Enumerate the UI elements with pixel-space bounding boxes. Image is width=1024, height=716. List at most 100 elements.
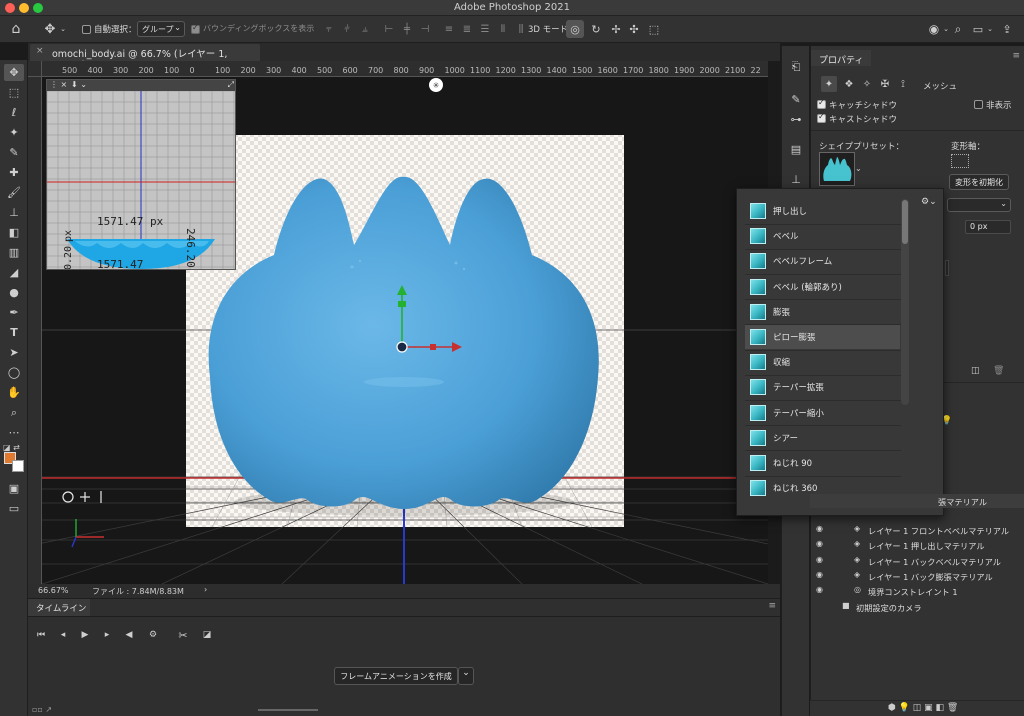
light-icon[interactable]: ✳ xyxy=(429,78,443,92)
ellipse-tool-icon[interactable]: ◯ xyxy=(4,364,24,381)
deform-icon[interactable]: ✧ xyxy=(859,76,875,92)
brush-tool-icon[interactable]: 🖌 xyxy=(4,184,24,201)
brush-settings-icon[interactable]: ✎ xyxy=(786,90,806,108)
catch-shadow-checkbox[interactable] xyxy=(817,98,826,109)
timeline-footer-icons[interactable]: ▫▫ ↗ xyxy=(32,705,52,714)
healing-brush-tool-icon[interactable]: ✚ xyxy=(4,164,24,181)
layer-row-selected[interactable]: 張マテリアル xyxy=(810,494,1024,508)
next-frame-icon[interactable]: ▸ xyxy=(100,628,114,642)
shape-preset-item[interactable]: ねじれ 90 xyxy=(745,451,901,475)
gradient-tool-icon[interactable]: ▥ xyxy=(4,244,24,261)
smudge-tool-icon[interactable]: ◢ xyxy=(4,264,24,281)
orbit-3d-icon[interactable]: ◎ xyxy=(566,20,584,38)
layers-footer-icons[interactable]: ⬢ 💡 ◫ ▣ ◧ 🗑 xyxy=(888,703,958,713)
visibility-eye-icon[interactable]: ◉ xyxy=(816,539,823,548)
align-top-icon[interactable]: ⫧ xyxy=(322,22,336,36)
layer-row[interactable]: ◉ ◈ レイヤー 1 押し出しマテリアル xyxy=(810,538,1024,553)
layer-row[interactable]: ◉ ◈ レイヤー 1 バックベベルマテリアル xyxy=(810,554,1024,569)
dodge-tool-icon[interactable]: ● xyxy=(4,284,24,301)
value-px-input[interactable]: 0 px xyxy=(965,220,1011,234)
audio-icon[interactable]: ◀ xyxy=(122,628,136,642)
shape-preset-item[interactable]: ベベル xyxy=(745,224,901,248)
previous-frame-icon[interactable]: ◂ xyxy=(56,628,70,642)
preset-settings-gear-icon[interactable]: ⚙⌄ xyxy=(921,197,937,207)
shape-preset-item[interactable]: シアー xyxy=(745,426,901,450)
roll-3d-icon[interactable]: ↻ xyxy=(588,20,604,38)
eyedropper-tool-icon[interactable]: ✎ xyxy=(4,144,24,161)
distribute-vcenter-icon[interactable]: ≣ xyxy=(460,22,474,36)
reset-deform-button[interactable]: 変形を初期化 xyxy=(949,174,1009,190)
home-icon[interactable]: ⌂ xyxy=(8,21,24,37)
play-icon[interactable]: ▶ xyxy=(78,628,92,642)
expand-view-icon[interactable]: ⤢ xyxy=(228,80,234,90)
shape-preset-item[interactable]: 膨張 xyxy=(745,300,901,324)
share-icon[interactable]: ⇪ xyxy=(998,21,1016,37)
auto-select-checkbox[interactable] xyxy=(82,25,91,34)
preset-scrollbar[interactable] xyxy=(901,199,909,405)
secondary-view-grip-icon[interactable]: ⋮ × xyxy=(50,80,67,89)
shape-preset-item[interactable]: テーパー縮小 xyxy=(745,401,901,425)
pan-3d-icon[interactable]: ✢ xyxy=(608,20,624,38)
properties-tab[interactable]: プロパティ xyxy=(811,50,871,66)
background-color-swatch[interactable] xyxy=(12,460,24,472)
cast-shadow-checkbox[interactable] xyxy=(817,112,826,123)
clone-source-icon[interactable]: ⊥ xyxy=(786,170,806,188)
visibility-eye-icon[interactable]: ◉ xyxy=(816,585,823,594)
split-scissors-icon[interactable]: ✂ xyxy=(176,628,190,642)
layer-row[interactable]: ◉ ◈ レイヤー 1 フロントベベルマテリアル xyxy=(810,523,1024,538)
history-panel-icon[interactable]: ⎗ xyxy=(786,58,806,76)
preset-scrollbar-thumb[interactable] xyxy=(902,200,908,244)
shape-preset-item[interactable]: ベベルフレーム xyxy=(745,249,901,273)
layer-row[interactable]: ◉ ◎ 境界コンストレイント 1 xyxy=(810,584,1024,599)
first-frame-icon[interactable]: ⏮ xyxy=(34,628,48,642)
document-canvas[interactable]: ✳ ⋮ × ⬇ ⌄ ⤢ 1571.47 px 1571.47 246.20 px… xyxy=(42,77,768,584)
texture-mapping-dropdown[interactable]: ⌄ xyxy=(947,198,1011,212)
settings-gear-icon[interactable]: ⚙ xyxy=(146,628,160,642)
visibility-eye-icon[interactable]: ◉ xyxy=(816,524,823,533)
scale-3d-icon[interactable]: ⬚ xyxy=(646,20,662,38)
timeline-menu-icon[interactable]: ≡ xyxy=(768,601,776,611)
workspace-icon[interactable]: ▭ xyxy=(970,21,986,37)
pen-tool-icon[interactable]: ✒ xyxy=(4,304,24,321)
shape-preset-item[interactable]: 押し出し xyxy=(745,199,901,223)
user-account-icon[interactable]: ◉ xyxy=(926,21,942,37)
tool-preset-chevron-icon[interactable]: ⌄ xyxy=(58,22,68,36)
properties-panel-icon[interactable]: ▤ xyxy=(786,140,806,158)
status-menu-arrow[interactable]: › xyxy=(204,585,207,594)
screen-mode-icon[interactable]: ▭ xyxy=(4,500,24,517)
move-tool-icon[interactable]: ✥ xyxy=(4,64,24,81)
align-left-icon[interactable]: ⊢ xyxy=(382,22,396,36)
delete-icon[interactable]: 🗑 xyxy=(993,366,1004,376)
properties-menu-icon[interactable]: ≡ xyxy=(1012,51,1020,61)
layer-row[interactable]: ■ 初期設定のカメラ xyxy=(810,600,1024,615)
view-select-icon[interactable]: ⬇ ⌄ xyxy=(71,80,87,89)
create-frame-animation-button[interactable]: フレームアニメーションを作成 xyxy=(334,667,458,685)
render-icon[interactable]: ◫ xyxy=(971,366,980,376)
align-right-icon[interactable]: ⊣ xyxy=(418,22,432,36)
lasso-tool-icon[interactable]: ℓ xyxy=(4,104,24,121)
shape-preset-chevron-icon[interactable]: ⌄ xyxy=(855,164,862,173)
adjustments-icon[interactable]: ⊶ xyxy=(786,110,806,128)
mesh-icon[interactable]: ❖ xyxy=(841,76,857,92)
align-hcenter-icon[interactable]: ╪ xyxy=(400,22,414,36)
zoom-level[interactable]: 66.67% xyxy=(38,586,69,595)
clone-stamp-tool-icon[interactable]: ⊥ xyxy=(4,204,24,221)
shape-preset-item[interactable]: ベベル (輪郭あり) xyxy=(745,275,901,299)
hide-checkbox[interactable] xyxy=(974,100,983,109)
hand-tool-icon[interactable]: ✋ xyxy=(4,384,24,401)
secondary-view-panel[interactable]: ⋮ × ⬇ ⌄ ⤢ 1571.47 px 1571.47 246.20 px 0… xyxy=(46,79,236,270)
type-tool-icon[interactable]: T xyxy=(4,324,24,341)
quick-mask-icon[interactable]: ▣ xyxy=(4,480,24,497)
marquee-tool-icon[interactable]: ⬚ xyxy=(4,84,24,101)
shape-preset-thumbnail[interactable] xyxy=(819,152,855,186)
timeline-zoom-slider[interactable] xyxy=(258,709,318,711)
zoom-tool-icon[interactable]: ⌕ xyxy=(4,404,24,421)
default-colors-icon[interactable]: ◪ ⇄ xyxy=(3,443,20,452)
distribute-top-icon[interactable]: ≡ xyxy=(442,22,456,36)
account-chevron-icon[interactable]: ⌄ xyxy=(942,22,950,36)
shape-preset-item[interactable]: テーパー拡張 xyxy=(745,375,901,399)
visibility-eye-icon[interactable]: ◉ xyxy=(816,570,823,579)
animation-type-dropdown[interactable]: ⌄ xyxy=(458,667,474,685)
distribute-right-icon[interactable]: ⫼ xyxy=(514,22,528,36)
scene-icon[interactable]: ✦ xyxy=(821,76,837,92)
